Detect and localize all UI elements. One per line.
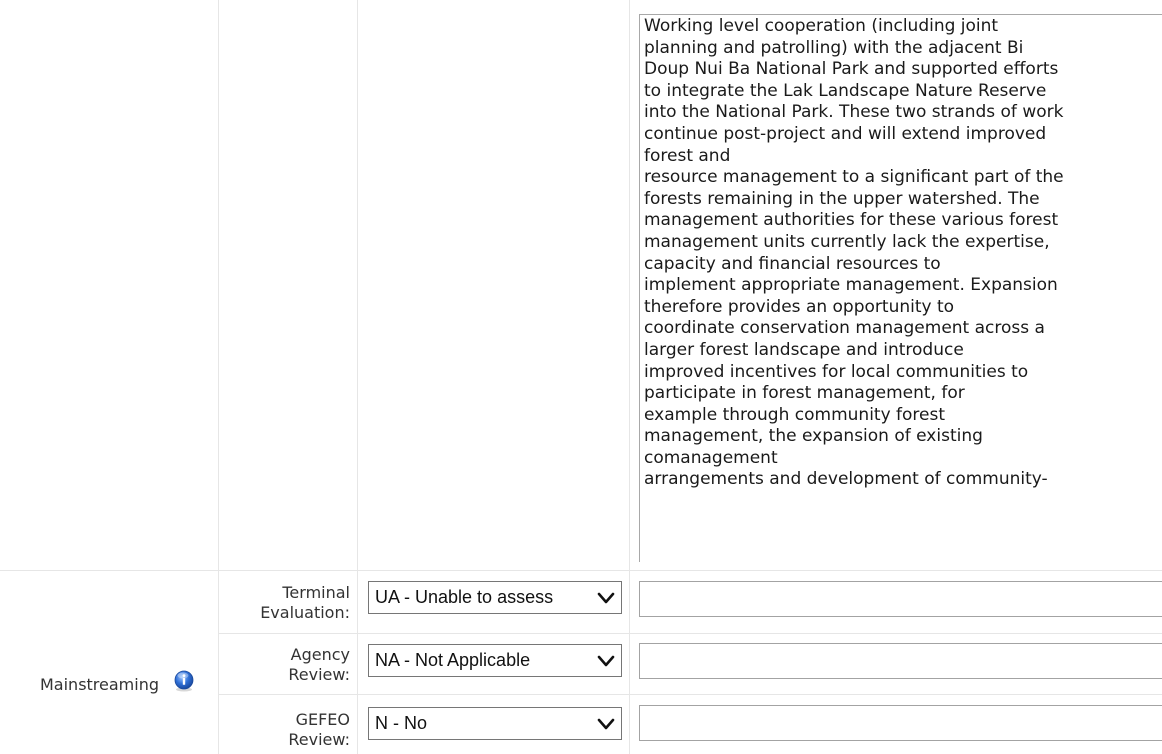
- row-divider: [218, 694, 1162, 695]
- terminal-evaluation-label: Terminal Evaluation:: [260, 583, 350, 622]
- agency-review-select[interactable]: NA - Not Applicable: [368, 644, 622, 677]
- gefeo-review-select[interactable]: N - No: [368, 707, 622, 740]
- terminal-evaluation-select[interactable]: UA - Unable to assess: [368, 581, 622, 614]
- section-label: Mainstreaming: [40, 675, 160, 694]
- gefeo-review-comment-input[interactable]: [639, 705, 1162, 741]
- agency-review-label: Agency Review:: [288, 645, 350, 684]
- terminal-evaluation-selected: UA - Unable to assess: [375, 587, 554, 607]
- row-divider: [218, 633, 1162, 634]
- chevron-down-icon: [597, 718, 615, 730]
- agency-review-selected: NA - Not Applicable: [375, 650, 531, 670]
- description-textarea[interactable]: Working level cooperation (including joi…: [639, 14, 1162, 562]
- column-divider: [629, 0, 630, 754]
- chevron-down-icon: [597, 592, 615, 604]
- column-divider: [357, 0, 358, 754]
- terminal-evaluation-comment-input[interactable]: [639, 581, 1162, 617]
- gefeo-review-selected: N - No: [375, 713, 428, 733]
- column-divider: [218, 0, 219, 754]
- row-divider: [0, 570, 1162, 571]
- chevron-down-icon: [597, 655, 615, 667]
- agency-review-comment-input[interactable]: [639, 643, 1162, 679]
- info-icon[interactable]: [172, 669, 196, 693]
- gefeo-review-label: GEFEO Review:: [288, 710, 350, 749]
